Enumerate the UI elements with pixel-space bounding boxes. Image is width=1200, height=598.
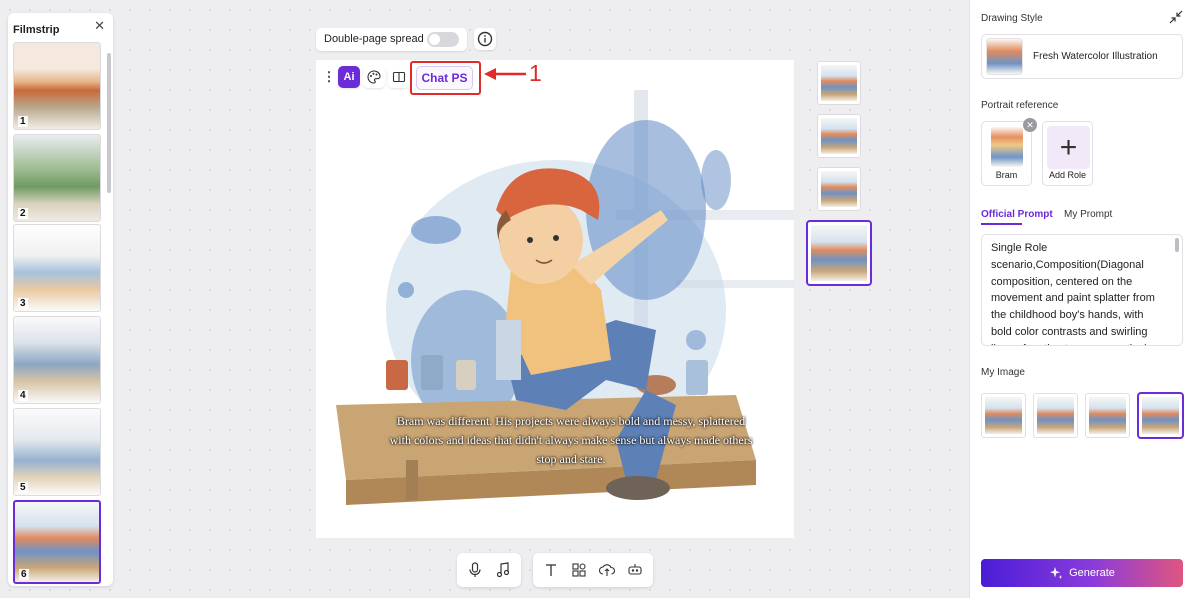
add-role-label: Add Role	[1048, 170, 1087, 180]
ai-button[interactable]: Ai	[338, 66, 360, 88]
book-icon	[392, 71, 406, 83]
palette-button[interactable]	[363, 66, 385, 88]
plus-icon: +	[1047, 126, 1090, 169]
my-image-1[interactable]	[981, 393, 1026, 438]
filmstrip-panel: Filmstrip ✕ 1 2 3 4 5 6	[8, 13, 113, 586]
style-name: Fresh Watercolor Illustration	[1033, 51, 1158, 62]
my-image-title: My Image	[981, 367, 1025, 378]
filmstrip-title: Filmstrip	[13, 24, 60, 36]
filmstrip-page-2[interactable]: 2	[13, 134, 101, 222]
my-image-2[interactable]	[1033, 393, 1078, 438]
filmstrip-page-6[interactable]: 6	[13, 500, 101, 584]
add-role-button[interactable]: + Add Role	[1042, 121, 1093, 186]
upload-icon[interactable]	[597, 560, 617, 580]
annotation-arrow-icon	[484, 68, 526, 80]
page-canvas[interactable]: Bram was different. His projects were al…	[316, 60, 794, 538]
page-number: 6	[19, 569, 29, 580]
double-page-spread-toggle[interactable]	[427, 32, 459, 47]
toggle-knob	[429, 34, 440, 45]
role-label: Bram	[995, 170, 1018, 180]
more-vertical-icon[interactable]: ⋮	[323, 66, 336, 88]
palette-icon	[367, 70, 381, 84]
portrait-reference-title: Portrait reference	[981, 100, 1059, 111]
generate-button[interactable]: Generate	[981, 559, 1183, 587]
ai-label: Ai	[343, 71, 355, 83]
effects-icon[interactable]	[625, 560, 645, 580]
variant-thumbnail-3[interactable]	[817, 167, 861, 211]
text-icon[interactable]	[541, 560, 561, 580]
page-number: 1	[18, 116, 28, 127]
filmstrip-page-4[interactable]: 4	[13, 316, 101, 404]
double-page-spread-control: Double-page spread	[316, 28, 467, 51]
variant-thumbnail-2[interactable]	[817, 114, 861, 158]
book-button[interactable]	[388, 66, 410, 88]
audio-toolbar	[457, 553, 521, 587]
tab-my-prompt[interactable]: My Prompt	[1064, 209, 1112, 220]
close-icon[interactable]: ✕	[94, 18, 105, 34]
filmstrip-header: Filmstrip ✕	[13, 18, 107, 36]
filmstrip-page-1[interactable]: 1	[13, 42, 101, 130]
remove-role-icon[interactable]: ✕	[1023, 118, 1037, 132]
music-icon[interactable]	[493, 560, 513, 580]
insert-toolbar	[533, 553, 653, 587]
page-number: 4	[18, 390, 28, 401]
filmstrip-page-3[interactable]: 3	[13, 224, 101, 312]
page-caption[interactable]: Bram was different. His projects were al…	[386, 412, 756, 469]
filmstrip-scrollbar[interactable]	[107, 53, 111, 193]
role-card-bram[interactable]: Bram ✕	[981, 118, 1037, 186]
page-number: 5	[18, 482, 28, 493]
drawing-style-selector[interactable]: Fresh Watercolor Illustration	[981, 34, 1183, 79]
sparkle-icon	[1050, 567, 1063, 579]
annotation-number: 1	[529, 60, 542, 86]
active-tab-indicator	[981, 223, 1022, 225]
prompt-scrollbar[interactable]	[1175, 238, 1179, 252]
image-toolbar: ⋮ Ai	[323, 65, 410, 89]
prompt-text: Single Role scenario,Composition(Diagona…	[991, 242, 1155, 345]
generate-label: Generate	[1069, 567, 1115, 579]
prompt-textarea[interactable]: Single Role scenario,Composition(Diagona…	[981, 234, 1183, 346]
my-image-4[interactable]	[1137, 392, 1184, 439]
style-thumbnail	[986, 38, 1023, 75]
double-page-spread-label: Double-page spread	[324, 33, 424, 45]
drawing-style-title: Drawing Style	[981, 13, 1043, 24]
chat-ps-button[interactable]: Chat PS	[416, 66, 473, 90]
variant-thumbnail-1[interactable]	[817, 61, 861, 105]
variant-thumbnail-4[interactable]	[806, 220, 872, 286]
info-button[interactable]	[474, 28, 496, 50]
properties-panel: Drawing Style Fresh Watercolor Illustrat…	[969, 0, 1200, 598]
collapse-icon[interactable]	[1169, 10, 1183, 24]
shapes-icon[interactable]	[569, 560, 589, 580]
microphone-icon[interactable]	[465, 560, 485, 580]
my-image-3[interactable]	[1085, 393, 1130, 438]
filmstrip-page-5[interactable]: 5	[13, 408, 101, 496]
page-number: 3	[18, 298, 28, 309]
role-avatar	[991, 127, 1023, 167]
tab-official-prompt[interactable]: Official Prompt	[981, 209, 1053, 220]
page-number: 2	[18, 208, 28, 219]
info-icon	[477, 31, 493, 47]
